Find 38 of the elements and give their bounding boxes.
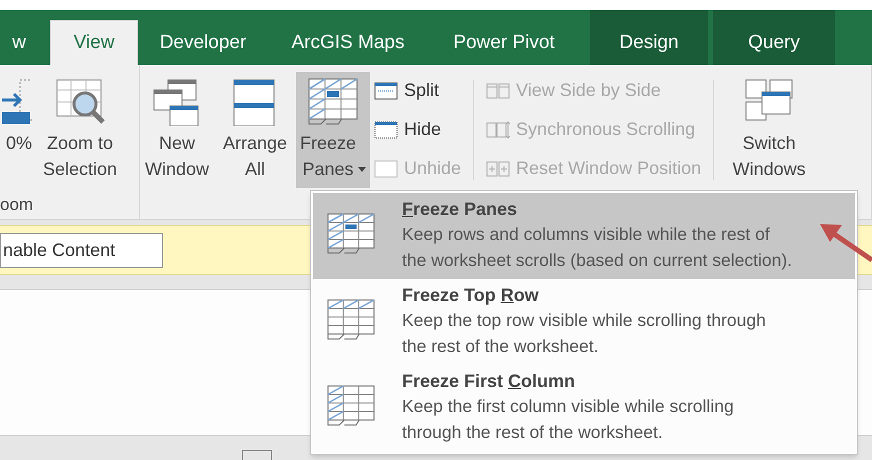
menu-item[interactable]: Freeze Top Row Keep the top row visible while scrolling through the rest of the worksheet. (313, 279, 855, 365)
top-row-grid-icon (327, 299, 375, 341)
zoom-100-icon (2, 78, 32, 126)
menu-item-description: Keep rows and columns visible while the rest of the worksheet scrolls (based on current selection). (402, 223, 792, 272)
freeze-grid-icon (327, 213, 375, 255)
first-column-grid-icon (327, 385, 375, 427)
ribbon-tab[interactable]: Power Pivot (428, 22, 580, 65)
ribbon-button[interactable]: Zoom to Selection (36, 72, 124, 188)
freeze-grid-icon (308, 78, 358, 126)
menu-item-description: Keep the top row visible while scrolling through the rest of the worksheet. (402, 309, 766, 358)
side-by-side-icon (486, 80, 510, 100)
ribbon-button[interactable]: Arrange All (218, 72, 292, 188)
menu-item-title: Freeze Panes (402, 198, 518, 221)
hide-icon (374, 120, 398, 140)
ribbon-small-button[interactable]: Hide (374, 113, 462, 146)
reset-windows-icon (486, 158, 510, 178)
sync-scroll-icon (486, 120, 510, 140)
menu-item-title: Freeze Top Row (402, 284, 540, 307)
ribbon-tab[interactable]: View (50, 20, 138, 65)
ribbon-tab[interactable]: w (0, 22, 30, 65)
split-icon (374, 80, 398, 100)
ribbon-button[interactable]: Switch Windows (726, 72, 812, 188)
enable-content-button[interactable]: nable Content (0, 232, 163, 268)
ribbon-button[interactable]: 0% (0, 72, 32, 188)
group-label: oom (0, 195, 34, 216)
magnifier-grid-icon (55, 78, 105, 126)
ribbon-tab[interactable]: Design (590, 10, 708, 65)
menu-item-title: Freeze First Column (402, 370, 576, 393)
menu-item-description: Keep the first column visible while scrolling through the rest of the worksheet. (402, 395, 734, 444)
ribbon-small-button[interactable]: Split (374, 74, 462, 107)
ribbon-tab[interactable]: Developer (138, 22, 268, 65)
ribbon-tab[interactable]: Query (713, 10, 835, 65)
menu-item[interactable]: Freeze First Column Keep the first column visible while scrolling through the rest of the worksheet. (313, 365, 855, 451)
ribbon-button[interactable]: Freeze Panes (296, 72, 370, 188)
window-icon (374, 158, 398, 178)
ribbon-button[interactable]: New Window (140, 72, 214, 188)
menu-item[interactable]: Freeze Panes Keep rows and columns visible while the rest of the worksheet scrolls (based on current selection). (313, 193, 855, 279)
ribbon-tab[interactable]: ArcGIS Maps (268, 22, 428, 65)
